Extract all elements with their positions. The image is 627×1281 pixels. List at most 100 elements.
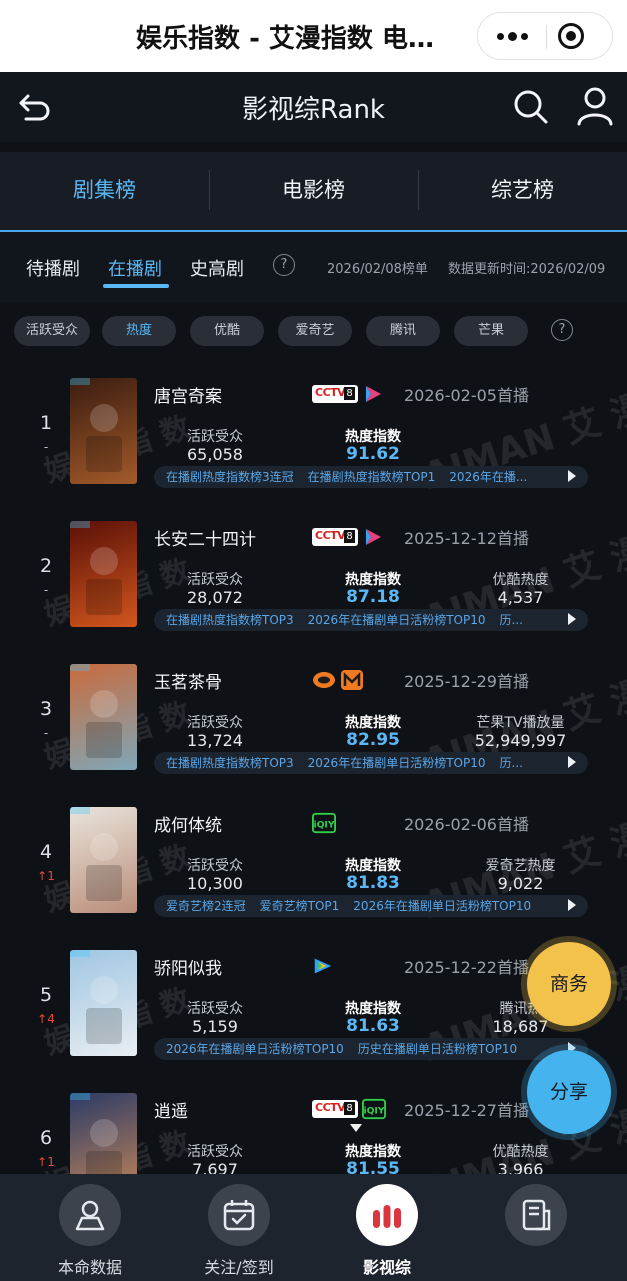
wechat-bar: 娱乐指数 - 艾漫指数 电… bbox=[0, 0, 627, 72]
tabbar-label: 影视综 bbox=[362, 1258, 411, 1277]
show-title[interactable]: 玉茗茶骨 bbox=[154, 668, 222, 693]
tab-movie[interactable]: 电影榜 bbox=[209, 152, 418, 230]
show-row[interactable]: 娱 乐 指 数AIMAN 艾 漫 数 据4↑1成何体统iQIY2026-02-0… bbox=[0, 789, 627, 931]
heat-index-label: 热度指数 bbox=[345, 715, 401, 731]
tabbar-item-film-tv[interactable]: 影视综 bbox=[327, 1184, 447, 1278]
platform-logos bbox=[312, 382, 384, 406]
rank-trend: ↑1 bbox=[37, 869, 55, 883]
help-icon[interactable]: ? bbox=[273, 254, 295, 276]
tabbar-label: 本命数据 bbox=[57, 1258, 122, 1277]
filter-tencent[interactable]: 腾讯 bbox=[366, 316, 440, 346]
honor-tag: 2026年在播剧单日活粉榜TOP10 bbox=[307, 613, 486, 627]
show-title[interactable]: 逍遥 bbox=[154, 1097, 188, 1122]
subtab-upcoming[interactable]: 待播剧 bbox=[26, 255, 80, 281]
heat-index-label: 热度指数 bbox=[345, 572, 401, 588]
active-audience-label: 活跃受众 bbox=[187, 715, 243, 731]
heat-index-value: 82.95 bbox=[346, 730, 400, 750]
active-audience-value: 65,058 bbox=[187, 445, 243, 464]
sub-tabs: 待播剧 在播剧 史高剧 ? 2026/02/08榜单 数据更新时间:2026/0… bbox=[0, 232, 627, 302]
person-icon bbox=[59, 1184, 121, 1246]
tab-variety[interactable]: 综艺榜 bbox=[418, 152, 627, 230]
show-title[interactable]: 骄阳似我 bbox=[154, 954, 222, 979]
filter-mango[interactable]: 芒果 bbox=[454, 316, 528, 346]
show-title[interactable]: 唐宫奇案 bbox=[154, 382, 222, 407]
wechat-title: 娱乐指数 - 艾漫指数 电… bbox=[136, 24, 434, 54]
svg-text:iQIY: iQIY bbox=[363, 1106, 384, 1117]
platform-metric-value: 9,022 bbox=[497, 874, 544, 893]
premiere-date: 2026-02-06首播 bbox=[404, 815, 529, 834]
subtab-alltime-high[interactable]: 史高剧 bbox=[190, 255, 244, 281]
premiere-date: 2025-12-22首播 bbox=[404, 958, 529, 977]
cctv8-icon bbox=[312, 1100, 358, 1118]
filter-active-audience[interactable]: 活跃受众 bbox=[14, 316, 90, 346]
poster-image[interactable] bbox=[70, 521, 137, 627]
active-audience-label: 活跃受众 bbox=[187, 1144, 243, 1160]
premiere-date: 2026-02-05首播 bbox=[404, 386, 529, 405]
poster-image[interactable] bbox=[70, 807, 137, 913]
honor-tags[interactable]: 在播剧热度指数榜3连冠 在播剧热度指数榜TOP1 2026年在播... bbox=[154, 466, 588, 488]
ranking-list: 娱 乐 指 数AIMAN 艾 漫 数 据1-唐宫奇案2026-02-05首播活跃… bbox=[0, 360, 627, 1174]
tags-arrow-icon[interactable] bbox=[568, 613, 576, 625]
platform-logos bbox=[312, 525, 384, 549]
rank-trend: - bbox=[43, 440, 49, 454]
scroll-marker-icon bbox=[350, 1124, 362, 1132]
iqiyi-icon: iQIY bbox=[362, 1098, 386, 1120]
platform-metric-value: 3,966 bbox=[497, 1160, 544, 1174]
active-subtab-indicator bbox=[103, 284, 169, 288]
tags-arrow-icon[interactable] bbox=[568, 899, 576, 911]
tabbar-item-document[interactable] bbox=[476, 1184, 596, 1254]
user-icon[interactable] bbox=[576, 86, 614, 126]
honor-tag: 在播剧热度指数榜TOP3 bbox=[166, 613, 294, 627]
active-audience-label: 活跃受众 bbox=[187, 858, 243, 874]
premiere-date: 2025-12-29首播 bbox=[404, 672, 529, 691]
more-icon[interactable] bbox=[478, 13, 546, 59]
honor-tag: 2026年在播... bbox=[449, 470, 528, 484]
heat-index-label: 热度指数 bbox=[345, 429, 401, 445]
poster-image[interactable] bbox=[70, 1093, 137, 1174]
filter-heat[interactable]: 热度 bbox=[102, 316, 176, 346]
svg-text:iQIY: iQIY bbox=[313, 820, 334, 831]
show-row[interactable]: 娱 乐 指 数AIMAN 艾 漫 数 据1-唐宫奇案2026-02-05首播活跃… bbox=[0, 360, 627, 502]
active-audience-value: 7,697 bbox=[192, 1160, 238, 1174]
tags-arrow-icon[interactable] bbox=[568, 470, 576, 482]
filter-help-icon[interactable]: ? bbox=[551, 319, 573, 341]
platform-logos bbox=[312, 954, 334, 978]
share-button[interactable]: 分享 bbox=[527, 1050, 611, 1134]
honor-tag: 在播剧热度指数榜TOP1 bbox=[307, 470, 436, 484]
tabbar-item-follow[interactable]: 关注/签到 bbox=[179, 1184, 299, 1278]
honor-tags[interactable]: 2026年在播剧单日活粉榜TOP10 历史在播剧单日活粉榜TOP10 bbox=[154, 1038, 588, 1060]
business-button[interactable]: 商务 bbox=[527, 942, 611, 1026]
honor-tag: 历史在播剧单日活粉榜TOP10 bbox=[357, 1042, 518, 1056]
poster-image[interactable] bbox=[70, 950, 137, 1056]
active-audience-value: 5,159 bbox=[192, 1017, 238, 1036]
tabbar-item-fan-data[interactable]: 本命数据 bbox=[30, 1184, 150, 1278]
poster-image[interactable] bbox=[70, 378, 137, 484]
honor-tag: 历... bbox=[499, 756, 523, 770]
filter-iqiyi[interactable]: 爱奇艺 bbox=[278, 316, 352, 346]
tab-drama[interactable]: 剧集榜 bbox=[0, 152, 209, 230]
filter-youku[interactable]: 优酷 bbox=[190, 316, 264, 346]
search-icon[interactable] bbox=[512, 88, 550, 126]
list-date: 2026/02/08榜单 bbox=[327, 262, 428, 277]
tabbar-label: 关注/签到 bbox=[204, 1258, 274, 1277]
platform-logos: iQIY bbox=[312, 1097, 386, 1121]
category-tabs: 剧集榜 电影榜 综艺榜 bbox=[0, 152, 627, 232]
heat-index-value: 81.63 bbox=[346, 1016, 400, 1036]
show-title[interactable]: 长安二十四计 bbox=[154, 525, 256, 550]
poster-image[interactable] bbox=[70, 664, 137, 770]
honor-tag: 爱奇艺榜2连冠 bbox=[166, 899, 246, 913]
honor-tags[interactable]: 在播剧热度指数榜TOP3 2026年在播剧单日活粉榜TOP10 历... bbox=[154, 609, 588, 631]
honor-tags[interactable]: 在播剧热度指数榜TOP3 2026年在播剧单日活粉榜TOP10 历... bbox=[154, 752, 588, 774]
heat-index-label: 热度指数 bbox=[345, 858, 401, 874]
heat-index-label: 热度指数 bbox=[345, 1144, 401, 1160]
show-title[interactable]: 成何体统 bbox=[154, 811, 222, 836]
tags-arrow-icon[interactable] bbox=[568, 756, 576, 768]
rank-number: 1 bbox=[39, 412, 53, 434]
honor-tags[interactable]: 爱奇艺榜2连冠 爱奇艺榜TOP1 2026年在播剧单日活粉榜TOP10 bbox=[154, 895, 588, 917]
platform-metric-label: 优酷热度 bbox=[492, 1144, 549, 1160]
show-row[interactable]: 娱 乐 指 数AIMAN 艾 漫 数 据3-玉茗茶骨2025-12-29首播活跃… bbox=[0, 646, 627, 788]
heat-index-value: 87.18 bbox=[346, 587, 400, 607]
subtab-airing[interactable]: 在播剧 bbox=[108, 255, 162, 281]
show-row[interactable]: 娱 乐 指 数AIMAN 艾 漫 数 据2-长安二十四计2025-12-12首播… bbox=[0, 503, 627, 645]
close-miniprogram-icon[interactable] bbox=[558, 23, 584, 49]
